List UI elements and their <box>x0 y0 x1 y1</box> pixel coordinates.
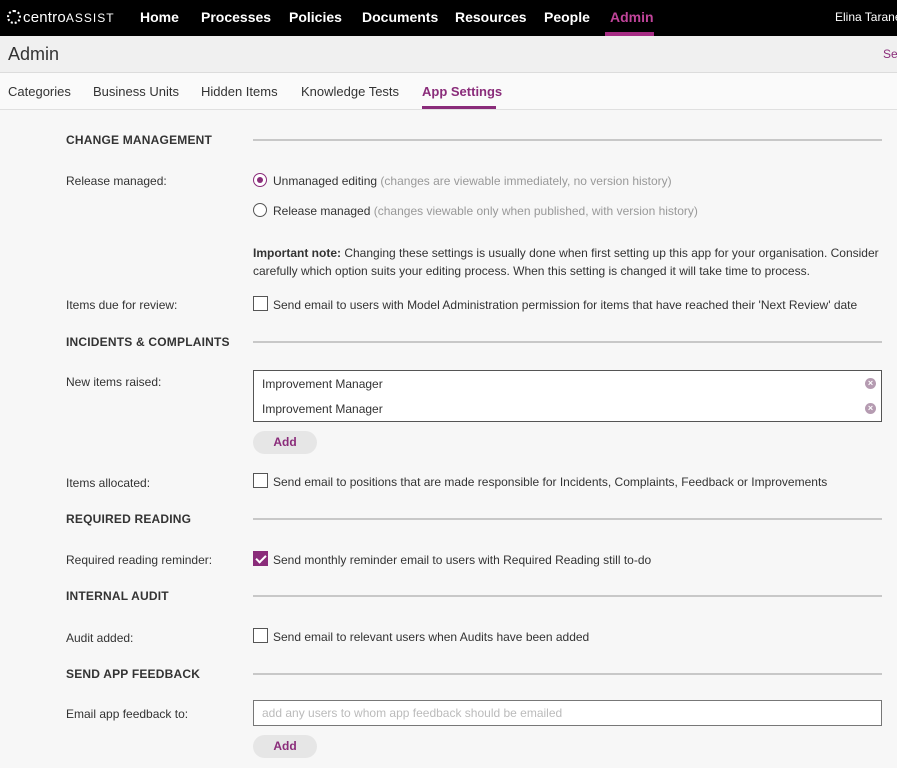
release-managed-option[interactable]: Release managed (changes viewable only w… <box>273 204 698 218</box>
remove-icon[interactable]: × <box>865 403 876 414</box>
reading-reminder-checkbox[interactable] <box>253 551 268 566</box>
tab-app-settings[interactable]: App Settings <box>422 84 502 99</box>
feedback-email-input[interactable] <box>253 700 882 726</box>
section-divider <box>253 341 882 343</box>
audit-email-checkbox[interactable] <box>253 628 268 643</box>
unmanaged-editing-option[interactable]: Unmanaged editing (changes are viewable … <box>273 174 672 188</box>
new-items-label: New items raised: <box>66 375 162 389</box>
section-title-incidents: INCIDENTS & COMPLAINTS <box>66 335 230 349</box>
section-title-internal-audit: INTERNAL AUDIT <box>66 589 169 603</box>
logo-icon <box>7 10 21 24</box>
section-divider <box>253 139 882 141</box>
review-email-checkbox[interactable] <box>253 296 268 311</box>
section-divider <box>253 518 882 520</box>
nav-processes[interactable]: Processes <box>201 9 271 25</box>
recipients-list[interactable]: Improvement Manager × Improvement Manage… <box>253 370 882 422</box>
release-managed-radio[interactable] <box>253 203 267 217</box>
remove-icon[interactable]: × <box>865 378 876 389</box>
tab-business-units[interactable]: Business Units <box>93 84 179 99</box>
section-title-app-feedback: SEND APP FEEDBACK <box>66 667 201 681</box>
allocated-email-label[interactable]: Send email to positions that are made re… <box>273 475 827 489</box>
allocated-email-checkbox[interactable] <box>253 473 268 488</box>
nav-admin[interactable]: Admin <box>610 9 654 25</box>
items-allocated-label: Items allocated: <box>66 476 151 490</box>
audit-added-label: Audit added: <box>66 631 134 645</box>
tab-knowledge-tests[interactable]: Knowledge Tests <box>301 84 399 99</box>
section-divider <box>253 673 882 675</box>
recipient-item: Improvement Manager <box>262 402 383 416</box>
add-feedback-recipient-button[interactable]: Add <box>253 735 317 758</box>
tab-active-indicator <box>422 106 496 109</box>
tab-hidden-items[interactable]: Hidden Items <box>201 84 278 99</box>
tab-categories[interactable]: Categories <box>8 84 71 99</box>
nav-policies[interactable]: Policies <box>289 9 342 25</box>
nav-home[interactable]: Home <box>140 9 179 25</box>
user-menu[interactable]: Elina Tarane <box>835 10 897 24</box>
nav-people[interactable]: People <box>544 9 590 25</box>
unmanaged-editing-radio[interactable] <box>253 173 267 187</box>
centroassist-logo[interactable]: centroASSIST <box>7 5 115 29</box>
recipient-item: Improvement Manager <box>262 377 383 391</box>
section-divider <box>253 595 882 597</box>
section-title-required-reading: REQUIRED READING <box>66 512 192 526</box>
search-link[interactable]: Se <box>883 47 897 61</box>
nav-documents[interactable]: Documents <box>362 9 438 25</box>
nav-resources[interactable]: Resources <box>455 9 527 25</box>
page-header: Admin Se <box>0 36 897 73</box>
items-due-review-label: Items due for review: <box>66 298 178 312</box>
audit-email-label[interactable]: Send email to relevant users when Audits… <box>273 630 589 644</box>
add-recipient-button[interactable]: Add <box>253 431 317 454</box>
feedback-email-label: Email app feedback to: <box>66 707 189 721</box>
reading-reminder-label: Required reading reminder: <box>66 553 213 567</box>
page-title: Admin <box>8 44 60 64</box>
important-note: Important note: Changing these settings … <box>253 246 879 278</box>
reading-reminder-text[interactable]: Send monthly reminder email to users wit… <box>273 553 651 567</box>
release-managed-label: Release managed: <box>66 174 167 188</box>
section-title-change-management: CHANGE MANAGEMENT <box>66 133 213 147</box>
review-email-label[interactable]: Send email to users with Model Administr… <box>273 298 857 312</box>
admin-tabs: Categories Business Units Hidden Items K… <box>0 73 897 110</box>
top-navbar: centroASSIST Home Processes Policies Doc… <box>0 0 897 36</box>
